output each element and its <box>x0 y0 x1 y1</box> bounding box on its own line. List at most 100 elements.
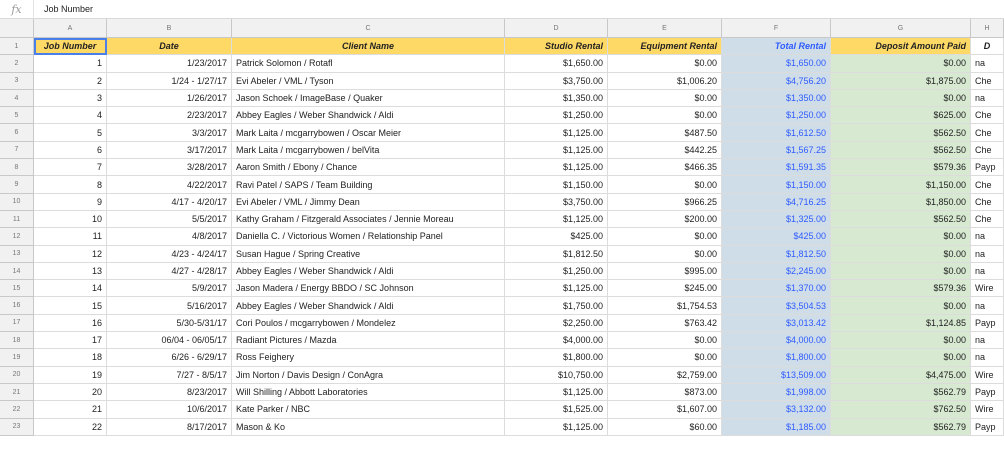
cell-date[interactable]: 1/24 - 1/27/17 <box>107 72 232 90</box>
cell-equipment-rental[interactable]: $200.00 <box>608 210 722 229</box>
cell-equipment-rental[interactable]: $245.00 <box>608 280 722 298</box>
cell-studio-rental[interactable]: $1,125.00 <box>505 159 608 177</box>
cell-job-number[interactable]: 19 <box>34 366 107 384</box>
cell-deposit-amount-paid[interactable]: $0.00 <box>831 245 971 263</box>
cell-equipment-rental[interactable]: $1,607.00 <box>608 401 722 419</box>
cell-payment-method[interactable]: Che <box>971 141 1004 160</box>
cell-deposit-amount-paid[interactable]: $562.79 <box>831 418 971 436</box>
cell-date[interactable]: 1/26/2017 <box>107 89 232 108</box>
cell-deposit-amount-paid[interactable]: $0.00 <box>831 228 971 246</box>
cell-job-number[interactable]: 18 <box>34 349 107 367</box>
cell-equipment-rental[interactable]: $0.00 <box>608 349 722 367</box>
cell-studio-rental[interactable]: $1,125.00 <box>505 418 608 436</box>
cell-studio-rental[interactable]: $1,800.00 <box>505 349 608 367</box>
cell-client-name[interactable]: Abbey Eagles / Weber Shandwick / Aldi <box>232 297 505 315</box>
cell-client-name[interactable]: Mason & Ko <box>232 418 505 436</box>
row-number[interactable]: 14 <box>0 262 34 281</box>
cell-payment-method[interactable]: na <box>971 89 1004 108</box>
cell-total-rental[interactable]: $1,325.00 <box>722 210 831 229</box>
cell-equipment-rental[interactable]: $0.00 <box>608 107 722 125</box>
row-number[interactable]: 18 <box>0 332 34 350</box>
row-number[interactable]: 9 <box>0 176 34 194</box>
cell-deposit-amount-paid[interactable]: $562.50 <box>831 124 971 142</box>
cell-deposit-amount-paid[interactable]: $0.00 <box>831 297 971 315</box>
cell-studio-rental[interactable]: $3,750.00 <box>505 193 608 211</box>
cell-studio-rental[interactable]: $1,250.00 <box>505 107 608 125</box>
cell-date[interactable]: 5/30-5/31/17 <box>107 314 232 333</box>
cell-equipment-rental[interactable]: $966.25 <box>608 193 722 211</box>
cell-studio-rental[interactable]: $1,125.00 <box>505 124 608 142</box>
column-header-f[interactable]: F <box>722 19 831 38</box>
header-job-number[interactable]: Job Number <box>34 38 107 56</box>
cell-payment-method[interactable]: Payp <box>971 418 1004 436</box>
cell-payment-method[interactable]: na <box>971 349 1004 367</box>
cell-total-rental[interactable]: $2,245.00 <box>722 262 831 281</box>
cell-studio-rental[interactable]: $1,150.00 <box>505 176 608 194</box>
cell-equipment-rental[interactable]: $0.00 <box>608 89 722 108</box>
row-number[interactable]: 15 <box>0 280 34 298</box>
cell-payment-method[interactable]: Wire <box>971 280 1004 298</box>
cell-job-number[interactable]: 20 <box>34 383 107 402</box>
cell-studio-rental[interactable]: $4,000.00 <box>505 332 608 350</box>
cell-client-name[interactable]: Daniella C. / Victorious Women / Relatio… <box>232 228 505 246</box>
header-client-name[interactable]: Client Name <box>232 38 505 56</box>
row-number[interactable]: 4 <box>0 89 34 108</box>
cell-deposit-amount-paid[interactable]: $1,150.00 <box>831 176 971 194</box>
cell-client-name[interactable]: Susan Hague / Spring Creative <box>232 245 505 263</box>
header-date[interactable]: Date <box>107 38 232 56</box>
column-header-b[interactable]: B <box>107 19 232 38</box>
cell-payment-method[interactable]: na <box>971 332 1004 350</box>
row-number[interactable]: 20 <box>0 366 34 384</box>
cell-client-name[interactable]: Evi Abeler / VML / Jimmy Dean <box>232 193 505 211</box>
cell-date[interactable]: 8/23/2017 <box>107 383 232 402</box>
cell-total-rental[interactable]: $1,800.00 <box>722 349 831 367</box>
cell-payment-method[interactable]: Che <box>971 193 1004 211</box>
cell-client-name[interactable]: Jason Schoek / ImageBase / Quaker <box>232 89 505 108</box>
cell-deposit-amount-paid[interactable]: $625.00 <box>831 107 971 125</box>
cell-studio-rental[interactable]: $10,750.00 <box>505 366 608 384</box>
column-header-c[interactable]: C <box>232 19 505 38</box>
cell-job-number[interactable]: 17 <box>34 332 107 350</box>
row-number[interactable]: 8 <box>0 159 34 177</box>
cell-deposit-amount-paid[interactable]: $579.36 <box>831 280 971 298</box>
cell-equipment-rental[interactable]: $873.00 <box>608 383 722 402</box>
cell-equipment-rental[interactable]: $466.35 <box>608 159 722 177</box>
cell-deposit-amount-paid[interactable]: $0.00 <box>831 332 971 350</box>
cell-deposit-amount-paid[interactable]: $562.50 <box>831 210 971 229</box>
cell-client-name[interactable]: Kathy Graham / Fitzgerald Associates / J… <box>232 210 505 229</box>
cell-client-name[interactable]: Jim Norton / Davis Design / ConAgra <box>232 366 505 384</box>
formula-input[interactable]: Job Number <box>34 4 93 14</box>
cell-client-name[interactable]: Ravi Patel / SAPS / Team Building <box>232 176 505 194</box>
cell-payment-method[interactable]: Wire <box>971 401 1004 419</box>
cell-payment-method[interactable]: na <box>971 55 1004 73</box>
cell-total-rental[interactable]: $4,756.20 <box>722 72 831 90</box>
header-deposit-amount-paid[interactable]: Deposit Amount Paid <box>831 38 971 56</box>
cell-deposit-amount-paid[interactable]: $1,850.00 <box>831 193 971 211</box>
cell-client-name[interactable]: Jason Madera / Energy BBDO / SC Johnson <box>232 280 505 298</box>
cell-client-name[interactable]: Kate Parker / NBC <box>232 401 505 419</box>
row-number[interactable]: 6 <box>0 124 34 142</box>
cell-client-name[interactable]: Will Shilling / Abbott Laboratories <box>232 383 505 402</box>
cell-date[interactable]: 06/04 - 06/05/17 <box>107 332 232 350</box>
cell-date[interactable]: 5/16/2017 <box>107 297 232 315</box>
row-number[interactable]: 2 <box>0 55 34 73</box>
cell-client-name[interactable]: Patrick Solomon / Rotafl <box>232 55 505 73</box>
row-number[interactable]: 12 <box>0 228 34 246</box>
cell-job-number[interactable]: 4 <box>34 107 107 125</box>
cell-payment-method[interactable]: Payp <box>971 159 1004 177</box>
cell-payment-method[interactable]: na <box>971 262 1004 281</box>
cell-total-rental[interactable]: $1,812.50 <box>722 245 831 263</box>
cell-total-rental[interactable]: $1,150.00 <box>722 176 831 194</box>
cell-deposit-amount-paid[interactable]: $762.50 <box>831 401 971 419</box>
cell-studio-rental[interactable]: $1,125.00 <box>505 383 608 402</box>
cell-date[interactable]: 7/27 - 8/5/17 <box>107 366 232 384</box>
cell-job-number[interactable]: 22 <box>34 418 107 436</box>
cell-job-number[interactable]: 14 <box>34 280 107 298</box>
cell-equipment-rental[interactable]: $0.00 <box>608 176 722 194</box>
cell-total-rental[interactable]: $3,132.00 <box>722 401 831 419</box>
cell-equipment-rental[interactable]: $442.25 <box>608 141 722 160</box>
row-number[interactable]: 21 <box>0 383 34 402</box>
row-number[interactable]: 3 <box>0 72 34 90</box>
cell-payment-method[interactable]: Che <box>971 124 1004 142</box>
row-number[interactable]: 17 <box>0 314 34 333</box>
